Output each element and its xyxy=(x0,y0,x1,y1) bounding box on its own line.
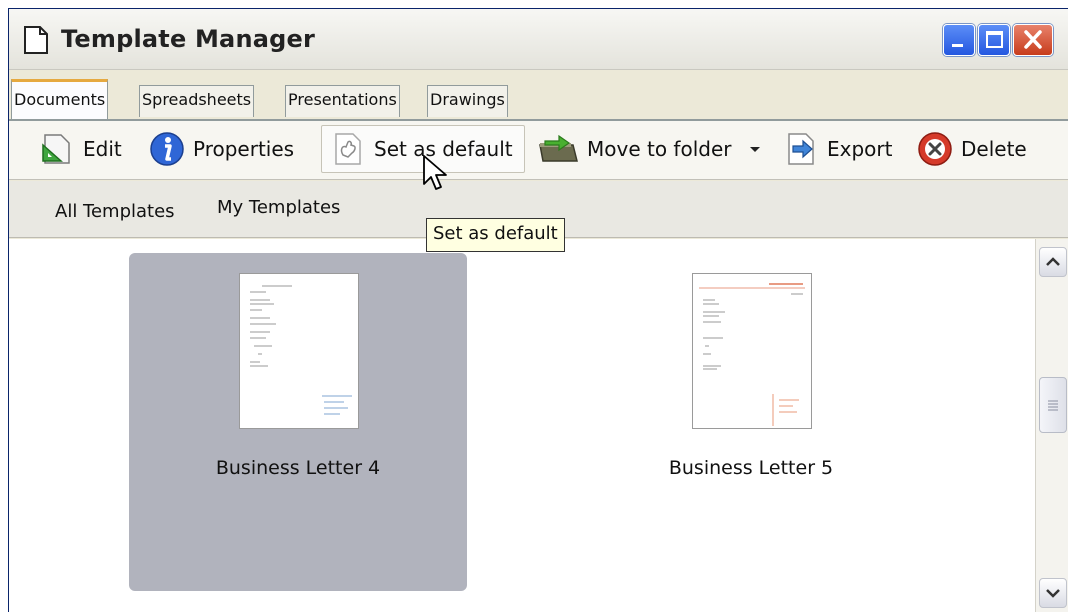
scroll-down-button[interactable] xyxy=(1039,578,1067,608)
properties-button[interactable]: Properties xyxy=(149,125,294,173)
tab-documents[interactable]: Documents xyxy=(11,79,109,119)
category-tabs: Documents Spreadsheets Presentations Dra… xyxy=(9,71,1068,121)
edit-icon xyxy=(42,134,70,164)
template-item[interactable]: Business Letter 4 xyxy=(129,253,467,591)
tab-label: Presentations xyxy=(288,90,397,109)
delete-label: Delete xyxy=(961,137,1027,161)
edit-label: Edit xyxy=(83,137,122,161)
move-to-folder-button[interactable]: Move to folder xyxy=(537,125,765,173)
set-default-icon xyxy=(335,133,361,165)
move-folder-icon xyxy=(539,134,578,162)
chevron-up-icon xyxy=(1046,257,1060,266)
tab-label: Drawings xyxy=(430,90,505,109)
scroll-thumb[interactable] xyxy=(1039,377,1067,433)
template-item[interactable]: Business Letter 5 xyxy=(582,253,920,591)
delete-icon xyxy=(918,132,952,166)
mouse-pointer-icon xyxy=(423,155,447,190)
tab-label: Documents xyxy=(14,90,106,109)
tab-label: Spreadsheets xyxy=(142,90,252,109)
vertical-scrollbar[interactable] xyxy=(1035,239,1068,612)
filter-my-templates[interactable]: My Templates xyxy=(217,197,340,218)
grip-icon xyxy=(1048,400,1058,411)
filter-all-templates[interactable]: All Templates xyxy=(55,201,175,222)
delete-button[interactable]: Delete xyxy=(917,125,1027,173)
move-to-folder-label: Move to folder xyxy=(587,137,732,161)
info-icon xyxy=(150,132,184,166)
chevron-down-icon xyxy=(1046,589,1060,598)
template-grid: Business Letter 4 Business Letter 5 xyxy=(9,239,1035,612)
template-thumbnail xyxy=(239,273,359,429)
export-icon xyxy=(788,133,814,165)
template-name: Business Letter 4 xyxy=(215,457,381,479)
export-button[interactable]: Export xyxy=(783,125,892,173)
tab-presentations[interactable]: Presentations xyxy=(285,85,400,117)
document-icon xyxy=(24,26,48,54)
letter-preview-graphic xyxy=(250,285,352,415)
template-name: Business Letter 5 xyxy=(668,457,834,479)
template-manager-window: Template Manager Documents Spreadsheets … xyxy=(8,8,1068,612)
properties-label: Properties xyxy=(193,137,295,161)
tab-spreadsheets[interactable]: Spreadsheets xyxy=(139,85,255,117)
edit-button[interactable]: Edit xyxy=(39,125,122,173)
scroll-up-button[interactable] xyxy=(1039,247,1067,277)
tooltip: Set as default xyxy=(426,218,565,252)
close-icon xyxy=(1024,30,1042,49)
chevron-down-icon[interactable] xyxy=(745,139,765,159)
window-title: Template Manager xyxy=(61,25,316,53)
template-thumbnail xyxy=(692,273,812,429)
minimize-button[interactable] xyxy=(943,24,975,56)
maximize-icon xyxy=(986,31,1003,48)
title-bar[interactable]: Template Manager xyxy=(9,9,1068,70)
maximize-button[interactable] xyxy=(978,24,1010,56)
letter-preview-graphic xyxy=(699,283,805,426)
minimize-icon xyxy=(952,44,963,47)
export-label: Export xyxy=(827,137,893,161)
toolbar: Edit Properties Set as default Move to f… xyxy=(9,121,1068,180)
close-button[interactable] xyxy=(1013,24,1053,56)
tab-drawings[interactable]: Drawings xyxy=(427,85,508,117)
